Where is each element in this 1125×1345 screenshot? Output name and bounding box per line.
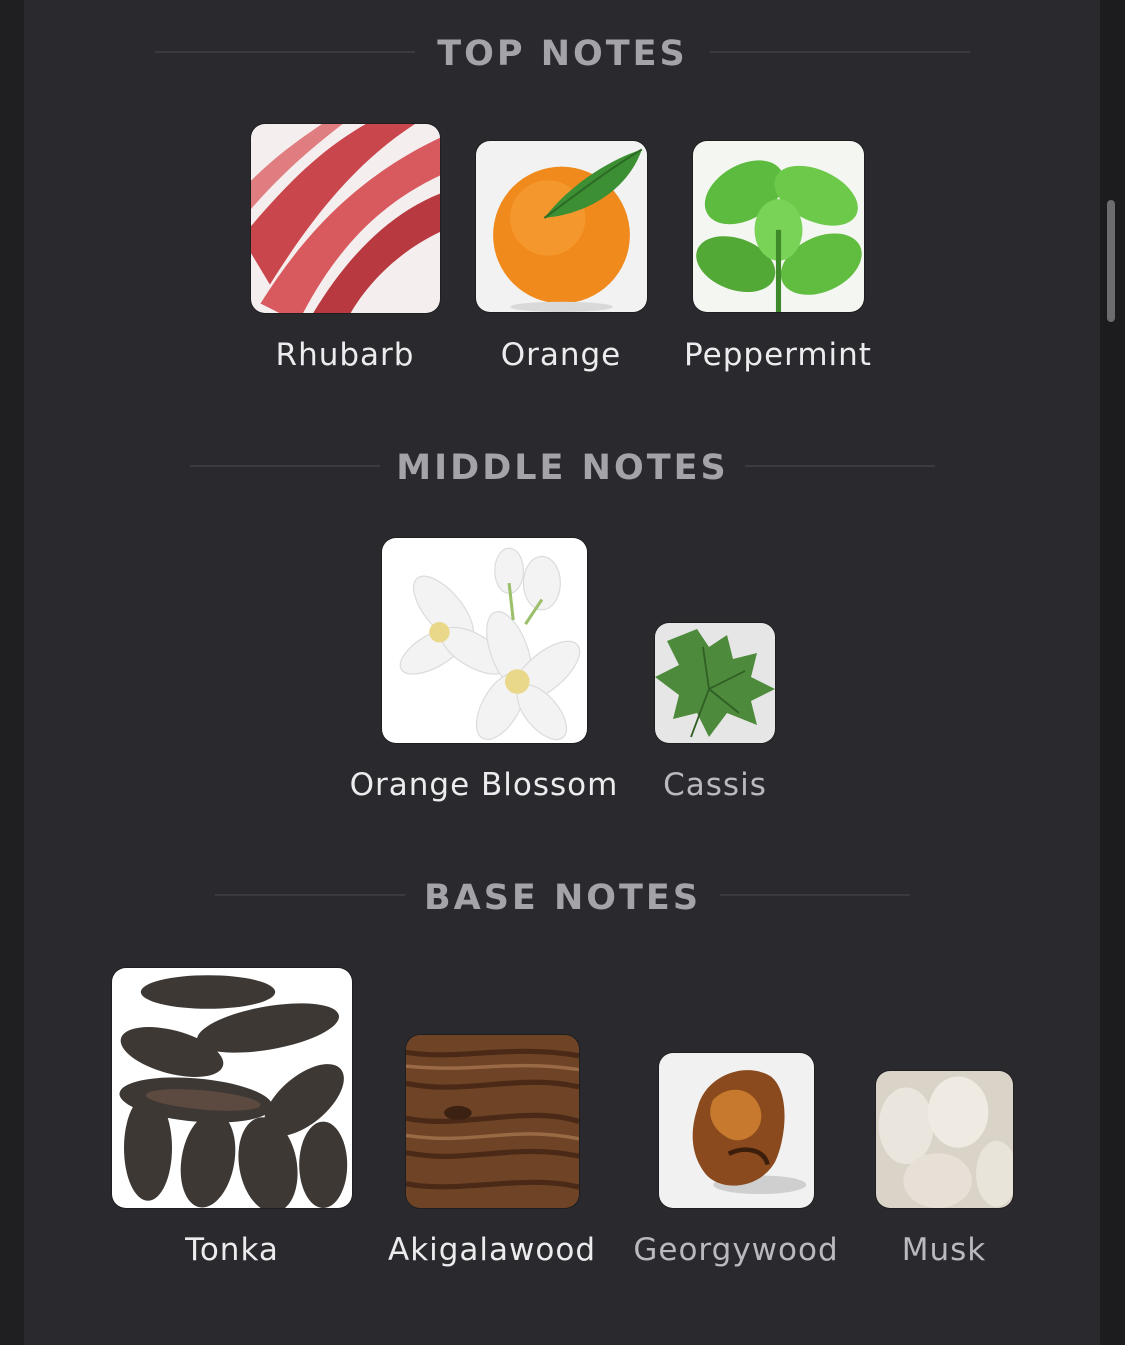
note-label-peppermint: Peppermint [684,337,872,373]
note-label-orange: Orange [500,337,622,373]
note-label-akigalawood: Akigalawood [387,1232,597,1268]
peppermint-image[interactable] [693,141,864,312]
orange-image[interactable] [476,141,647,312]
note-label-cassis: Cassis [663,767,767,803]
rhubarb-image[interactable] [251,124,440,313]
tonka-image[interactable] [112,968,352,1208]
georgywood-image[interactable] [659,1053,814,1208]
note-label-orange-blossom: Orange Blossom [349,767,619,803]
orange-blossom-image[interactable] [382,538,587,743]
section-title-top-notes: TOP NOTES [437,34,688,74]
akigalawood-image[interactable] [406,1035,579,1208]
note-label-tonka: Tonka [185,1232,279,1268]
scrollbar[interactable] [1107,200,1115,322]
cassis-image[interactable] [655,623,775,743]
section-title-middle-notes: MIDDLE NOTES [396,448,729,488]
note-label-rhubarb: Rhubarb [275,337,415,373]
note-label-musk: Musk [901,1232,987,1268]
musk-image[interactable] [876,1071,1013,1208]
note-label-georgywood: Georgywood [633,1232,839,1268]
section-title-base-notes: BASE NOTES [423,878,702,918]
